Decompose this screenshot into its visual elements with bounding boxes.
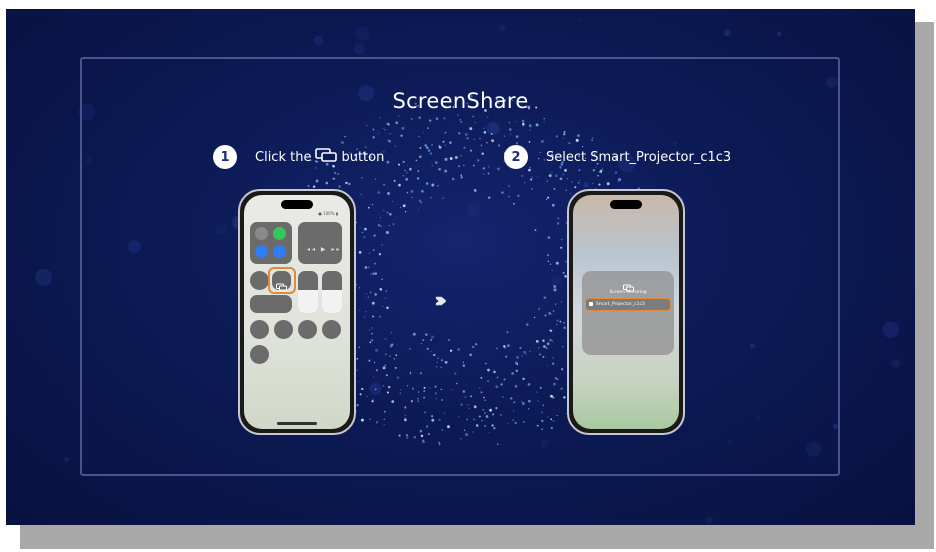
media-module: [298, 222, 342, 264]
step-1-text-before: Click the: [255, 149, 312, 165]
phone-1-screen: ● 100% ▮ ◂◂ ▶ ▸▸: [244, 195, 350, 429]
screenshare-screen: ScreenShare 1 Click the button 2 Select …: [6, 9, 915, 525]
tv-icon: [589, 302, 593, 306]
step-2-badge: 2: [504, 145, 528, 169]
dynamic-island: [610, 200, 642, 209]
status-bar-right: ● 100% ▮: [318, 211, 338, 216]
media-controls-icon[interactable]: ◂◂ ▶ ▸▸: [307, 246, 341, 253]
qr-scanner-button[interactable]: [250, 345, 269, 364]
screen-mirroring-panel: Screen Mirroring Smart_Projector_c1c3: [582, 271, 674, 355]
focus-module[interactable]: [250, 295, 292, 313]
wifi-toggle[interactable]: [255, 245, 268, 258]
calculator-button[interactable]: [298, 320, 317, 339]
brightness-slider[interactable]: [298, 271, 318, 313]
step-2: 2 Select Smart_Projector_c1c3: [504, 145, 731, 169]
phone-control-center: ● 100% ▮ ◂◂ ▶ ▸▸: [238, 189, 356, 435]
bluetooth-toggle[interactable]: [273, 245, 286, 258]
phone-2-screen: Screen Mirroring Smart_Projector_c1c3: [573, 195, 679, 429]
timer-button[interactable]: [274, 320, 293, 339]
transition-arrows: ›››››: [434, 288, 447, 312]
screen-mirroring-small-icon: [276, 276, 287, 295]
camera-button[interactable]: [322, 320, 341, 339]
screen-mirror-icon: [315, 148, 338, 166]
home-indicator: [277, 422, 317, 425]
content-frame: [80, 57, 840, 476]
step-1-text-after: button: [341, 149, 385, 165]
device-name: Smart_Projector_c1c3: [596, 302, 645, 307]
dynamic-island: [281, 200, 313, 209]
phone-screen-mirroring: Screen Mirroring Smart_Projector_c1c3: [567, 189, 685, 435]
screen-mirroring-title: Screen Mirroring: [609, 290, 647, 295]
step-1: 1 Click the button: [213, 145, 384, 169]
airplane-mode-toggle[interactable]: [255, 227, 268, 240]
step-2-text: Select Smart_Projector_c1c3: [546, 149, 732, 165]
device-list-item[interactable]: Smart_Projector_c1c3: [585, 298, 671, 311]
step-1-badge: 1: [213, 145, 237, 169]
flashlight-button[interactable]: [250, 320, 269, 339]
volume-slider[interactable]: [322, 271, 342, 313]
orientation-lock-button[interactable]: [250, 271, 269, 290]
cellular-toggle[interactable]: [273, 227, 286, 240]
page-title: ScreenShare: [392, 89, 529, 113]
